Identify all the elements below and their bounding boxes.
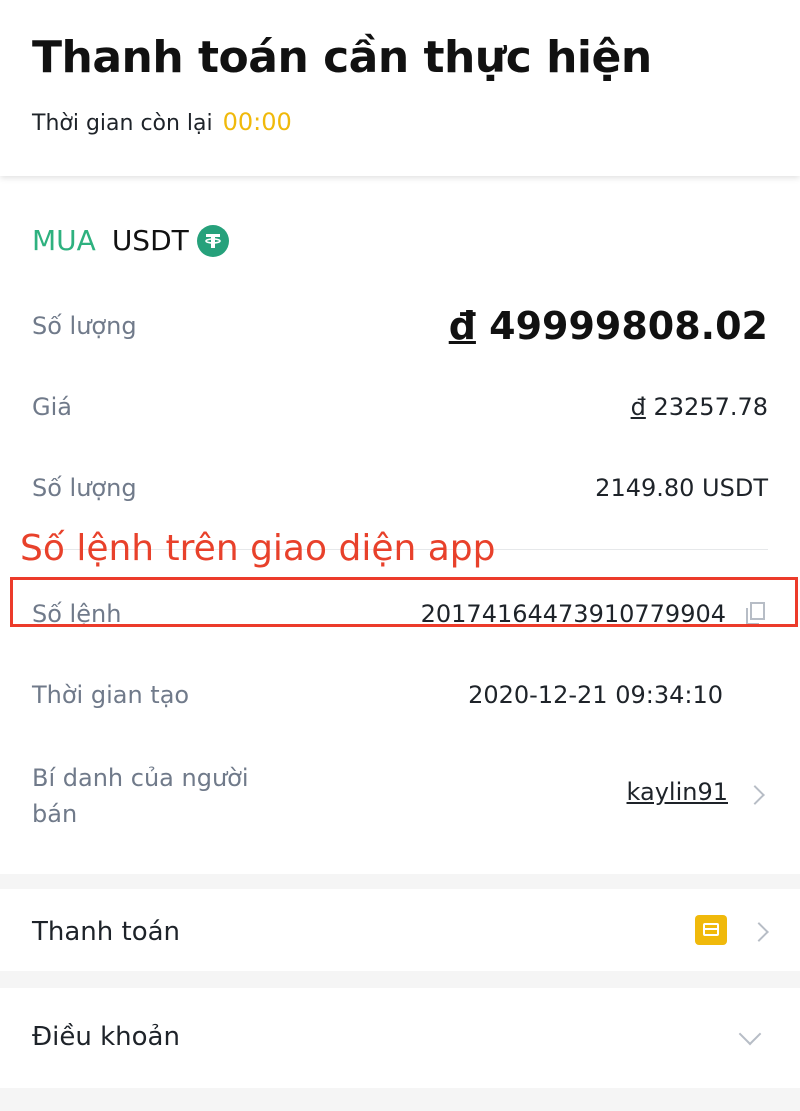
order-asset: USDT [111,224,189,257]
currency-symbol: đ [630,393,646,421]
currency-symbol: đ [448,304,476,348]
amount-crypto-label: Số lượng [32,474,137,502]
card-icon [695,915,727,945]
terms-label: Điều khoản [32,1022,180,1052]
created-time-label: Thời gian tạo [32,681,190,709]
seller-label: Bí danh của người bán [32,764,249,828]
created-time-value: 2020-12-21 09:34:10 [468,681,723,709]
amount-fiat-number: 49999808.02 [489,304,768,348]
order-side: MUA USDT [32,224,229,257]
order-direction: MUA [32,224,96,257]
amount-fiat-label: Số lượng [32,312,137,340]
price-value: đ 23257.78 [631,393,768,421]
seller-nickname-link[interactable]: kaylin91 [627,778,728,806]
countdown-value: 00:00 [222,108,292,136]
payment-panel[interactable]: Thanh toán [0,889,800,971]
page-title: Thanh toán cần thực hiện [32,32,652,83]
price-number: 23257.78 [653,393,768,421]
countdown-label: Thời gian còn lại [32,111,213,136]
amount-fiat-value: đ 49999808.02 [449,304,768,348]
terms-panel[interactable]: Điều khoản [0,988,800,1088]
annotation-highlight-box [10,577,798,627]
tether-icon [196,224,229,257]
annotation-text: Số lệnh trên giao diện app [20,528,496,569]
price-label: Giá [32,393,72,421]
amount-crypto-value: 2149.80 USDT [595,474,768,502]
payment-label: Thanh toán [32,917,181,947]
page-header: Thanh toán cần thực hiện Thời gian còn l… [0,0,800,176]
countdown-row: Thời gian còn lại 00:00 [32,108,292,136]
